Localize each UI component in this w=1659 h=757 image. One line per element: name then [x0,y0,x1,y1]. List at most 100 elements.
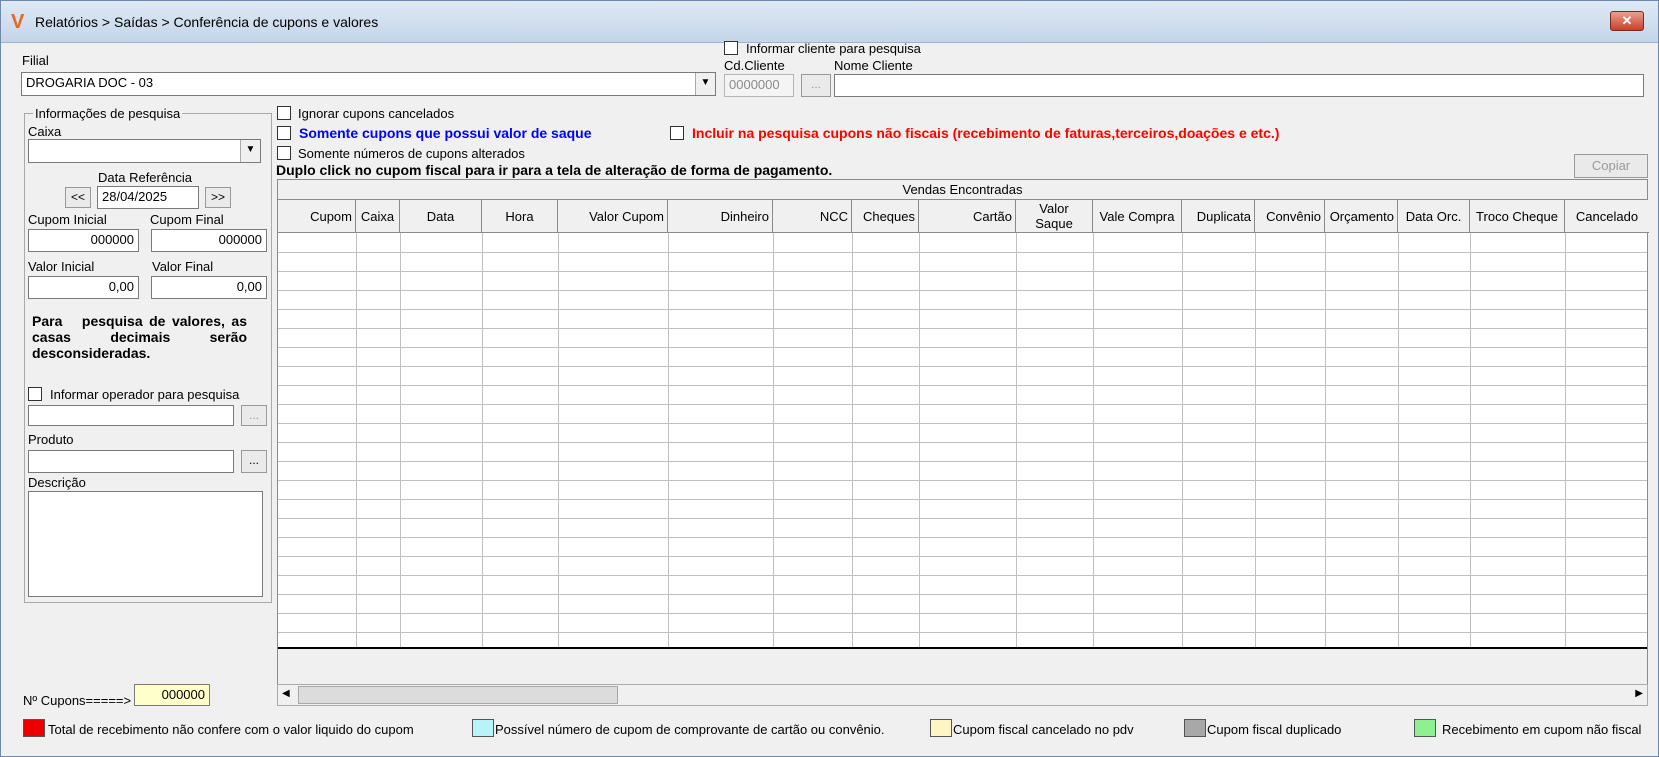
col-header-ncc[interactable]: NCC [773,200,852,233]
col-header-cheques[interactable]: Cheques [852,200,919,233]
window-title: Relatórios > Saídas > Conferência de cup… [35,14,379,30]
legend-swatch-cyan [472,719,494,737]
legend-label-green: Recebimento em cupom não fiscal [1442,722,1642,737]
filial-label: Filial [22,53,49,68]
grid-column-line [1398,233,1399,691]
legend-swatch-green [1414,719,1436,737]
grid-column-line [1470,233,1471,691]
cupom-final-input[interactable]: 000000 [151,229,267,252]
data-referencia-input[interactable]: 28/04/2025 [97,186,199,209]
grid-row-line [278,461,1647,462]
legend-label-yellow: Cupom fiscal cancelado no pdv [953,722,1134,737]
legend-swatch-red [23,719,45,737]
num-cupons-value: 000000 [134,684,210,706]
grid-row-line [278,290,1647,291]
grid-column-line [668,233,669,691]
descricao-textarea[interactable] [28,491,263,597]
chevron-down-icon[interactable]: ▼ [240,140,260,162]
cupom-final-label: Cupom Final [150,212,224,227]
col-header-hora[interactable]: Hora [482,200,558,233]
col-header-cupom[interactable]: Cupom [278,200,356,233]
next-date-button[interactable]: >> [205,187,231,208]
caixa-select[interactable]: ▼ [28,139,261,163]
num-cupons-label: Nº Cupons=====> [23,693,132,708]
grid-row-line [278,594,1647,595]
cupons-alterados-checkbox[interactable] [277,146,291,160]
prev-date-button[interactable]: << [65,187,91,208]
col-header-valor-saque[interactable]: Valor Saque [1016,200,1093,233]
cupom-inicial-label: Cupom Inicial [28,212,107,227]
legend-swatch-yellow [930,719,952,737]
grid-column-line [1565,233,1566,691]
col-header-troco-cheque[interactable]: Troco Cheque [1470,200,1565,233]
grid-column-line [1016,233,1017,691]
col-header-data-orc[interactable]: Data Orc. [1398,200,1470,233]
grid-row-line [278,518,1647,519]
grid-column-line [852,233,853,691]
grid-row-line [278,366,1647,367]
grid-title: Vendas Encontradas [278,180,1647,200]
produto-browse-button[interactable]: ... [241,450,267,473]
caixa-label: Caixa [28,124,62,139]
grid-total-row [278,649,1647,689]
scroll-thumb[interactable] [298,686,618,704]
valor-saque-checkbox[interactable] [277,126,291,140]
informar-cliente-label: Informar cliente para pesquisa [746,41,921,56]
descricao-label: Descrição [28,475,86,490]
cd-cliente-label: Cd.Cliente [724,58,785,73]
col-header-cartao[interactable]: Cartão [919,200,1016,233]
grid-row-line [278,613,1647,614]
col-header-caixa[interactable]: Caixa [356,200,400,233]
horizontal-scrollbar[interactable]: ◀ ▶ [277,684,1648,706]
grid-row-line [278,404,1647,405]
col-header-data[interactable]: Data [400,200,482,233]
legend-swatch-gray [1184,719,1206,737]
grid-row-line [278,499,1647,500]
ignorar-cancelados-checkbox[interactable] [277,106,291,120]
scroll-right-icon[interactable]: ▶ [1635,688,1643,699]
info-pesquisa-group-label: Informações de pesquisa [33,106,183,121]
close-button[interactable]: ✕ [1610,11,1644,31]
col-header-valor-cupom[interactable]: Valor Cupom [558,200,668,233]
cupom-inicial-input[interactable]: 000000 [28,229,139,252]
grid-row-line [278,442,1647,443]
informar-operador-checkbox[interactable] [28,387,42,401]
cliente-browse-button[interactable]: ... [801,74,831,97]
col-header-duplicata[interactable]: Duplicata [1182,200,1255,233]
nao-fiscais-checkbox[interactable] [670,126,684,140]
operador-browse-button[interactable]: ... [241,405,267,426]
legend-label-gray: Cupom fiscal duplicado [1207,722,1342,737]
grid-column-line [773,233,774,691]
grid-row-line [278,480,1647,481]
informar-cliente-checkbox[interactable] [724,41,738,55]
col-header-convenio[interactable]: Convênio [1255,200,1325,233]
produto-input[interactable] [28,450,234,473]
operador-input[interactable] [28,405,234,426]
copiar-button[interactable]: Copiar [1574,154,1648,178]
ignorar-cancelados-label: Ignorar cupons cancelados [298,106,455,121]
valor-final-input[interactable]: 0,00 [151,276,267,299]
nome-cliente-label: Nome Cliente [834,58,913,73]
grid-column-line [400,233,401,691]
produto-label: Produto [28,432,74,447]
chevron-down-icon[interactable]: ▼ [695,73,715,95]
informar-operador-label: Informar operador para pesquisa [50,387,240,402]
grid-total-separator [278,647,1647,649]
col-header-orcamento[interactable]: Orçamento [1325,200,1398,233]
filial-select[interactable]: DROGARIA DOC - 03 ▼ [21,72,716,96]
col-header-vale-compra[interactable]: Vale Compra [1093,200,1182,233]
cd-cliente-input[interactable]: 0000000 [724,74,794,97]
double-click-hint: Duplo click no cupom fiscal para ir para… [276,162,833,178]
col-header-dinheiro[interactable]: Dinheiro [668,200,773,233]
col-header-cancelado[interactable]: Cancelado [1565,200,1649,233]
grid-row-line [278,575,1647,576]
valor-inicial-input[interactable]: 0,00 [28,276,139,299]
vendas-grid[interactable]: Vendas Encontradas Cupom Caixa Data Hora… [277,179,1649,697]
nome-cliente-input[interactable] [834,74,1644,97]
legend-label-cyan: Possível número de cupom de comprovante … [495,722,885,737]
main-window: V Relatórios > Saídas > Conferência de c… [0,0,1659,757]
scroll-left-icon[interactable]: ◀ [282,688,290,699]
data-referencia-label: Data Referência [98,170,192,185]
grid-row-line [278,385,1647,386]
valor-inicial-label: Valor Inicial [28,259,95,274]
